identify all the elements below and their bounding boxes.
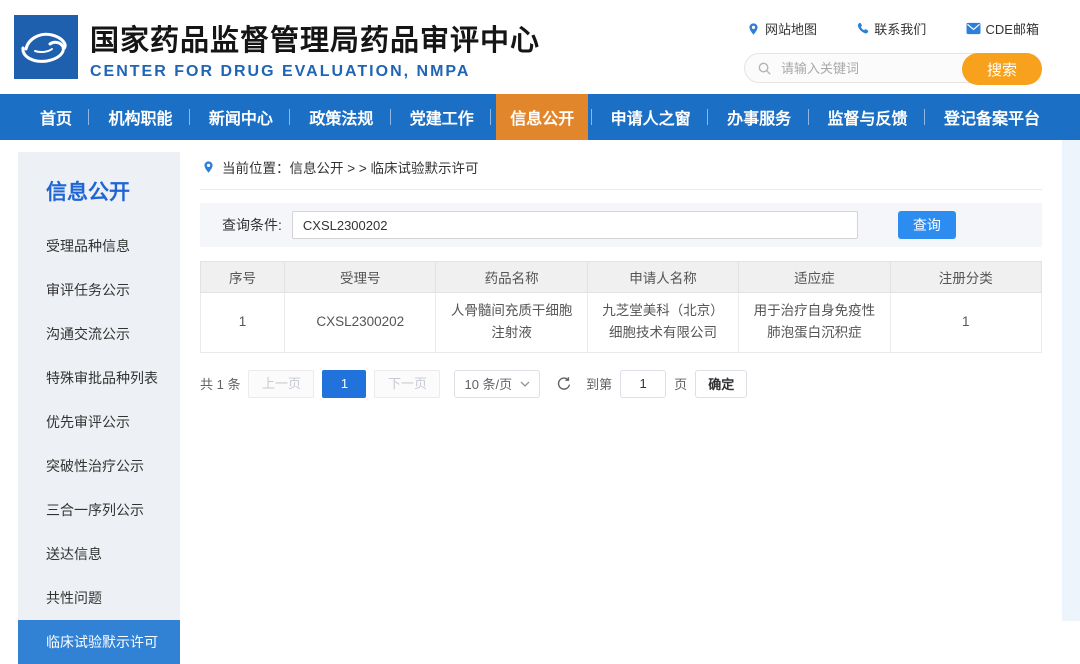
breadcrumb-text: 当前位置：信息公开 > > 临床试验默示许可	[222, 157, 479, 177]
nav-item-party-building[interactable]: 党建工作	[396, 94, 488, 140]
sidebar-item-special-approval-list[interactable]: 特殊审批品种列表	[18, 356, 180, 400]
nav-item-news[interactable]: 新闻中心	[195, 94, 287, 140]
query-button[interactable]: 查询	[898, 211, 956, 239]
nav-item-registration-platform[interactable]: 登记备案平台	[930, 94, 1054, 140]
search-button[interactable]: 搜索	[962, 53, 1042, 85]
nav-item-policies[interactable]: 政策法规	[295, 94, 387, 140]
sidebar-item-breakthrough-therapy[interactable]: 突破性治疗公示	[18, 444, 180, 488]
sitemap-link[interactable]: 网站地图	[747, 19, 817, 38]
confirm-button[interactable]: 确定	[695, 370, 747, 398]
location-pin-icon	[747, 22, 760, 36]
nav-item-home[interactable]: 首页	[26, 94, 86, 140]
nav-item-functions[interactable]: 机构职能	[94, 94, 186, 140]
site-subtitle: CENTER FOR DRUG EVALUATION, NMPA	[90, 63, 540, 81]
col-header-registration-category: 注册分类	[890, 262, 1041, 293]
next-page-button[interactable]: 下一页	[374, 370, 440, 398]
prev-page-button[interactable]: 上一页	[248, 370, 314, 398]
query-label: 查询条件:	[222, 215, 282, 235]
chevron-down-icon	[520, 381, 530, 387]
site-header: 国家药品监督管理局药品审评中心 CENTER FOR DRUG EVALUATI…	[0, 0, 1080, 94]
sidebar-title: 信息公开	[18, 152, 180, 218]
page-size-value: 10 条/页	[464, 374, 512, 393]
cde-swan-logo-icon	[14, 15, 78, 79]
refresh-icon[interactable]	[556, 376, 572, 392]
cell-applicant-name: 九芝堂美科（北京）细胞技术有限公司	[587, 293, 738, 353]
phone-icon	[856, 22, 869, 35]
sitemap-label: 网站地图	[765, 19, 817, 38]
goto-page-input[interactable]	[620, 370, 666, 398]
cell-drug-name: 人骨髓间充质干细胞注射液	[436, 293, 587, 353]
header-quick-links: 网站地图 联系我们 CDE邮箱	[744, 19, 1042, 38]
sidebar-item-three-in-one[interactable]: 三合一序列公示	[18, 488, 180, 532]
query-condition-input[interactable]	[292, 211, 858, 239]
contact-label: 联系我们	[874, 19, 926, 38]
pagination-total: 共 1 条	[200, 374, 240, 393]
site-search-bar: 搜索	[744, 53, 1042, 83]
nav-item-applicant-window[interactable]: 申请人之窗	[597, 94, 705, 140]
sidebar-item-communication[interactable]: 沟通交流公示	[18, 312, 180, 356]
cell-indication: 用于治疗自身免疫性肺泡蛋白沉积症	[739, 293, 890, 353]
col-header-acceptance-number: 受理号	[285, 262, 436, 293]
results-table: 序号 受理号 药品名称 申请人名称 适应症 注册分类 1 CXSL2300202…	[200, 261, 1042, 353]
sidebar-item-clinical-trial-implied-license[interactable]: 临床试验默示许可	[18, 620, 180, 664]
table-header-row: 序号 受理号 药品名称 申请人名称 适应症 注册分类	[201, 262, 1042, 293]
col-header-index: 序号	[201, 262, 285, 293]
cell-acceptance-number: CXSL2300202	[285, 293, 436, 353]
cde-mail-label: CDE邮箱	[986, 19, 1039, 38]
page-size-select[interactable]: 10 条/页	[454, 370, 540, 398]
breadcrumb: 当前位置：信息公开 > > 临床试验默示许可	[200, 152, 1042, 190]
search-input[interactable]	[779, 60, 957, 77]
goto-page-label: 到第	[586, 374, 612, 393]
page-unit-label: 页	[674, 374, 687, 393]
right-background-strip	[1062, 140, 1080, 621]
nav-item-supervision-feedback[interactable]: 监督与反馈	[814, 94, 922, 140]
cde-mail-link[interactable]: CDE邮箱	[966, 19, 1039, 38]
sidebar-item-accepted-varieties[interactable]: 受理品种信息	[18, 224, 180, 268]
cell-index: 1	[201, 293, 285, 353]
location-pin-icon	[202, 160, 215, 174]
cell-registration-category: 1	[890, 293, 1041, 353]
sidebar-item-delivery-info[interactable]: 送达信息	[18, 532, 180, 576]
table-row: 1 CXSL2300202 人骨髓间充质干细胞注射液 九芝堂美科（北京）细胞技术…	[201, 293, 1042, 353]
nav-item-information-disclosure[interactable]: 信息公开	[496, 94, 588, 140]
search-icon	[757, 61, 772, 76]
sidebar-item-review-tasks[interactable]: 审评任务公示	[18, 268, 180, 312]
site-titles: 国家药品监督管理局药品审评中心 CENTER FOR DRUG EVALUATI…	[90, 15, 540, 94]
query-form: 查询条件: 查询	[200, 203, 1042, 247]
col-header-drug-name: 药品名称	[436, 262, 587, 293]
mail-icon	[966, 22, 981, 35]
sidebar-item-common-issues[interactable]: 共性问题	[18, 576, 180, 620]
pagination: 共 1 条 上一页 1 下一页 10 条/页 到第 页 确定	[200, 370, 1042, 398]
sidebar: 信息公开 受理品种信息 审评任务公示 沟通交流公示 特殊审批品种列表 优先审评公…	[18, 152, 180, 621]
col-header-indication: 适应症	[739, 262, 890, 293]
col-header-applicant-name: 申请人名称	[587, 262, 738, 293]
sidebar-item-priority-review[interactable]: 优先审评公示	[18, 400, 180, 444]
current-page-button[interactable]: 1	[322, 370, 366, 398]
contact-link[interactable]: 联系我们	[856, 19, 926, 38]
site-title: 国家药品监督管理局药品审评中心	[90, 17, 540, 59]
main-nav: 首页 机构职能 新闻中心 政策法规 党建工作 信息公开 申请人之窗 办事服务 监…	[0, 94, 1080, 140]
nav-item-services[interactable]: 办事服务	[713, 94, 805, 140]
